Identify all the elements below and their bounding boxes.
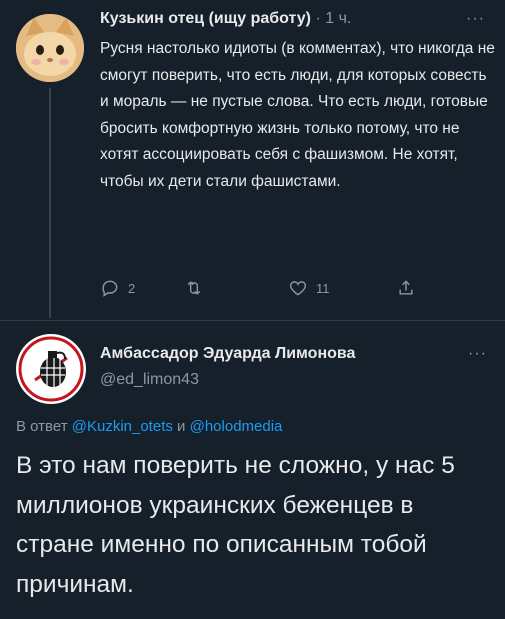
separator-dot: ·: [315, 10, 321, 27]
retweet-button[interactable]: [184, 278, 204, 298]
more-options-icon[interactable]: ···: [468, 345, 487, 363]
tweet-time[interactable]: 1 ч.: [325, 10, 351, 27]
cat-icon: [16, 14, 84, 82]
author-name[interactable]: Амбассадор Эдуарда Лимонова: [100, 345, 355, 363]
tweet-actions: 2 11: [100, 278, 430, 302]
reply-icon: [102, 280, 118, 297]
reply-and: и: [177, 418, 186, 435]
tweet-text: Русня настолько идиоты (в комментах), чт…: [100, 40, 495, 190]
share-button[interactable]: [396, 278, 416, 298]
reply-button[interactable]: 2: [100, 278, 135, 298]
like-icon: [289, 281, 307, 296]
thread-line: [49, 88, 51, 318]
first-tweet[interactable]: Кузькин отец (ищу работу) · 1 ч. ··· Рус…: [0, 0, 505, 320]
retweet-icon: [187, 281, 201, 295]
grenade-logo-icon: [17, 335, 85, 403]
mention-link[interactable]: @Kuzkin_otets: [72, 418, 173, 435]
like-button[interactable]: 11: [288, 278, 330, 298]
author-avatar-grenade[interactable]: [16, 334, 86, 404]
tweet-text: В это нам поверить не сложно, у нас 5 ми…: [16, 452, 455, 598]
author-handle[interactable]: @ed_limon43: [100, 371, 199, 389]
tweet-header: Кузькин отец (ищу работу) · 1 ч. ···: [100, 10, 491, 34]
author-name[interactable]: Кузькин отец (ищу работу): [100, 10, 311, 27]
mention-link[interactable]: @holodmedia: [190, 418, 283, 435]
reply-prefix: В ответ: [16, 418, 68, 435]
replying-to: В ответ @Kuzkin_otets и @holodmedia: [16, 418, 282, 435]
tweet-divider: [0, 320, 505, 321]
like-count: 11: [316, 280, 330, 296]
reply-count: 2: [128, 280, 136, 296]
share-icon: [399, 280, 413, 295]
author-avatar-cat[interactable]: [16, 14, 84, 82]
more-options-icon[interactable]: ···: [466, 10, 485, 28]
